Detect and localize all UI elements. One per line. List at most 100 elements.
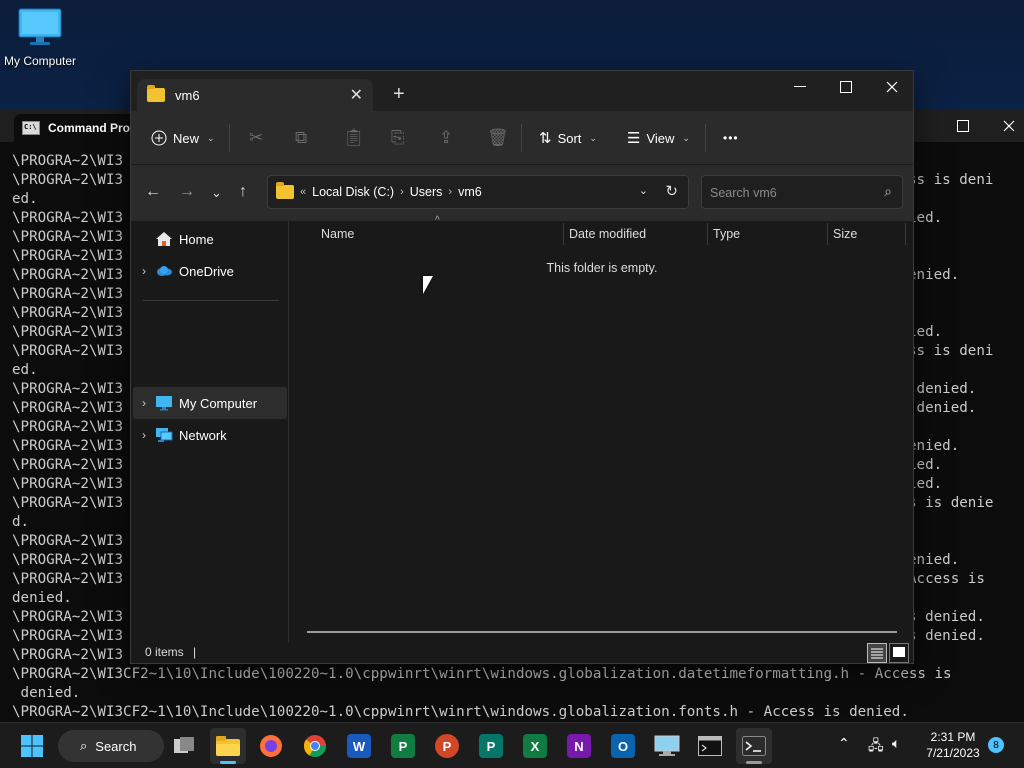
active-indicator [746, 761, 762, 764]
taskbar-terminal[interactable] [736, 728, 772, 764]
cmd-line-fragment: s denied. [908, 628, 985, 644]
taskbar-outlook[interactable]: O [605, 728, 641, 764]
maximize-button[interactable] [823, 71, 869, 103]
file-explorer-window[interactable]: vm6 ✕ + New ⌄ ✂ ⧉ 📋︎ ⎘ ⇪ 🗑︎ ⇅ Sort ⌄ ☰ V… [130, 70, 914, 664]
network-icon [155, 427, 173, 443]
cmd-tab[interactable]: Command Pro [14, 114, 140, 142]
chevron-down-icon: ⌄ [589, 132, 597, 143]
taskbar-excel[interactable]: X [517, 728, 553, 764]
taskbar-chrome[interactable] [297, 728, 333, 764]
search-input[interactable] [710, 184, 870, 202]
command-bar: New ⌄ ✂ ⧉ 📋︎ ⎘ ⇪ 🗑︎ ⇅ Sort ⌄ ☰ View ⌄ ••… [131, 111, 913, 165]
excel-icon: X [523, 734, 547, 758]
copy-button[interactable]: ⧉ [295, 123, 307, 153]
horizontal-scrollbar[interactable] [307, 631, 897, 633]
tab-close-icon[interactable]: ✕ [350, 85, 363, 105]
start-button[interactable] [14, 728, 50, 764]
taskbar-project[interactable]: P [385, 728, 421, 764]
file-list[interactable]: ^ Name Date modified Type Size This fold… [291, 215, 913, 643]
sidebar-item-onedrive[interactable]: › OneDrive [133, 255, 287, 287]
taskbar-publisher[interactable]: P [473, 728, 509, 764]
breadcrumb-users[interactable]: Users [410, 185, 443, 199]
network-icon[interactable]: 🖧︎ [868, 735, 884, 759]
sidebar-divider [143, 300, 279, 301]
cut-button[interactable]: ✂ [249, 123, 263, 153]
taskbar-word[interactable]: W [341, 728, 377, 764]
breadcrumb-local-disk[interactable]: Local Disk (C:) [312, 185, 394, 199]
taskbar-firefox[interactable] [253, 728, 289, 764]
explorer-titlebar[interactable]: vm6 ✕ + [131, 71, 913, 111]
column-header-type[interactable]: Type [705, 221, 825, 247]
clock[interactable]: 2:31 PM 7/21/2023 [918, 729, 988, 761]
cmd-icon [698, 736, 722, 756]
up-icon[interactable]: ↑ [239, 183, 247, 201]
close-icon [1003, 120, 1015, 132]
sidebar-item-label: Home [179, 231, 214, 247]
desktop-icon-my-computer[interactable]: My Computer [2, 8, 78, 78]
column-header-name[interactable]: Name [313, 221, 563, 247]
chevron-right-icon[interactable]: › [133, 396, 155, 410]
close-button[interactable] [869, 71, 915, 103]
maximize-button[interactable] [940, 110, 986, 142]
new-button[interactable]: New ⌄ [151, 123, 215, 153]
forward-icon[interactable]: → [179, 183, 195, 201]
terminal-icon [742, 736, 766, 756]
view-button[interactable]: ☰ View ⌄ [627, 123, 690, 153]
clock-date: 7/21/2023 [926, 746, 980, 760]
paste-button[interactable]: 📋︎ [343, 123, 365, 153]
sidebar-item-home[interactable]: Home [133, 223, 287, 255]
maximize-icon [840, 81, 852, 93]
column-header-date-modified[interactable]: Date modified [561, 221, 707, 247]
taskbar-powerpoint[interactable]: P [429, 728, 465, 764]
new-tab-icon[interactable]: + [393, 83, 405, 106]
more-options-button[interactable]: ••• [723, 123, 739, 153]
chevron-right-icon[interactable]: › [133, 264, 155, 278]
column-header-size[interactable]: Size [825, 221, 905, 247]
breadcrumb-separator-icon: › [448, 186, 453, 198]
chevron-right-icon[interactable]: › [133, 428, 155, 442]
refresh-icon[interactable]: ↻ [665, 182, 678, 200]
taskbar: ⌕ Search W P P P X N O ⌃ 🖧︎ 🔈︎ 2:31 PM 7… [0, 722, 1024, 768]
volume-icon[interactable]: 🔈︎ [892, 735, 900, 752]
back-icon[interactable]: ← [145, 183, 161, 201]
tiles-view-button[interactable] [889, 643, 909, 663]
search-box[interactable]: ⌕ [701, 175, 903, 209]
details-view-button[interactable] [867, 643, 887, 663]
column-divider[interactable] [905, 223, 906, 245]
sidebar-item-my-computer-row[interactable]: › My Computer [133, 387, 287, 419]
recent-locations-icon[interactable]: ⌄ [211, 185, 222, 201]
toolbar-divider [705, 124, 706, 152]
clipboard-icon: 📋︎ [343, 128, 365, 147]
delete-button[interactable]: 🗑︎ [487, 123, 509, 153]
chevron-up-icon[interactable]: ⌃ [838, 735, 850, 752]
cmd-line-fragment: denied. [908, 381, 977, 397]
address-dropdown-icon[interactable]: ⌄ [639, 184, 648, 197]
taskbar-remote-desktop[interactable] [649, 728, 685, 764]
share-button[interactable]: ⇪ [439, 123, 453, 153]
address-bar[interactable]: « Local Disk (C:) › Users › vm6 ⌄ ↻ [267, 175, 689, 209]
cmd-line: \PROGRA~2\WI3CF2~1\10\Include\100220~1.0… [12, 704, 909, 720]
notification-badge[interactable]: 8 [988, 737, 1004, 753]
close-icon [886, 81, 898, 93]
taskbar-command-prompt[interactable] [692, 728, 728, 764]
search-icon: ⌕ [884, 183, 892, 199]
sidebar-item-network[interactable]: › Network [133, 419, 287, 451]
rename-button[interactable]: ⎘ [391, 123, 405, 153]
task-view-button[interactable] [166, 728, 202, 764]
status-separator: | [193, 645, 197, 659]
minimize-button[interactable] [777, 71, 823, 103]
navigation-bar: ← → ⌄ ↑ « Local Disk (C:) › Users › vm6 … [131, 165, 913, 221]
breadcrumb-vm6[interactable]: vm6 [458, 185, 482, 199]
chevron-down-icon: ⌄ [682, 132, 690, 143]
more-icon: ••• [723, 131, 739, 145]
sort-button[interactable]: ⇅ Sort ⌄ [539, 123, 597, 153]
windows-logo-icon [21, 735, 43, 757]
taskbar-file-explorer[interactable] [210, 728, 246, 764]
taskbar-onenote[interactable]: N [561, 728, 597, 764]
taskbar-search[interactable]: ⌕ Search [58, 730, 164, 762]
explorer-tab[interactable]: vm6 ✕ [137, 79, 373, 111]
close-button[interactable] [986, 110, 1024, 142]
cmd-title: Command Pro [48, 121, 131, 135]
clock-time: 2:31 PM [930, 730, 976, 744]
address-overflow[interactable]: « [300, 186, 306, 198]
